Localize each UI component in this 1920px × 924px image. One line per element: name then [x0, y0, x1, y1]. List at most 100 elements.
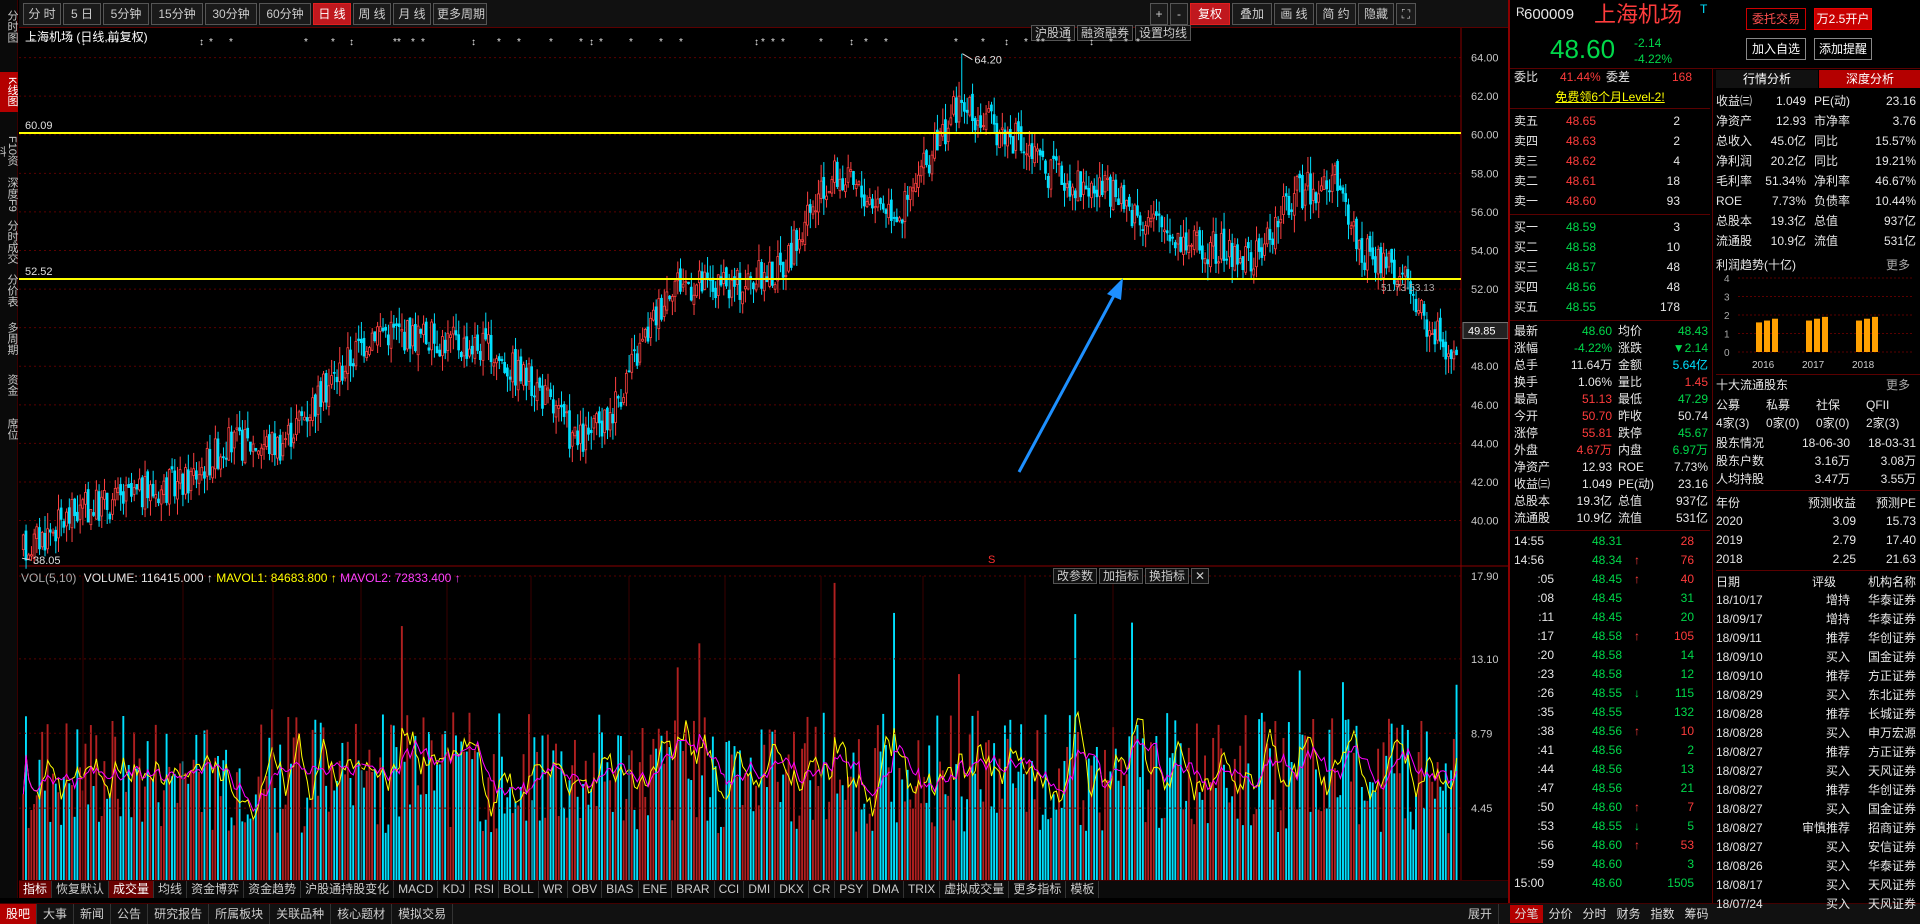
- close-vol-icon[interactable]: ✕: [1191, 568, 1210, 584]
- open-account-button[interactable]: 万2.5开户: [1814, 8, 1872, 30]
- indicator-tab-10[interactable]: BOLL: [499, 881, 539, 898]
- event-marker[interactable]: *: [1124, 37, 1128, 48]
- event-marker[interactable]: *: [1041, 37, 1045, 48]
- toolbar-right-3[interactable]: 叠加: [1232, 3, 1272, 25]
- sidebar-tab-4[interactable]: 分时成交: [0, 218, 18, 266]
- footer-tab-8[interactable]: 模拟交易: [392, 904, 454, 924]
- sidebar-tab-6[interactable]: 多周期: [0, 314, 18, 362]
- change-params-button[interactable]: 改参数: [1053, 568, 1098, 584]
- toolbar-right-2[interactable]: 复权: [1190, 3, 1230, 25]
- event-marker[interactable]: ↕: [1089, 37, 1094, 48]
- event-marker[interactable]: *: [331, 37, 335, 48]
- period-0[interactable]: 分 时: [23, 3, 61, 25]
- event-marker[interactable]: ↕: [589, 37, 594, 48]
- event-marker[interactable]: *: [517, 37, 521, 48]
- toolbar-right-6[interactable]: 隐藏: [1358, 3, 1394, 25]
- kline-svg[interactable]: 64.0062.0060.0058.0056.0054.0052.0050.00…: [19, 28, 1508, 894]
- event-marker[interactable]: *: [397, 37, 401, 48]
- event-marker[interactable]: *: [629, 37, 633, 48]
- indicator-tab-0[interactable]: 指标: [19, 881, 53, 898]
- event-marker[interactable]: ↕: [471, 37, 476, 48]
- footer-tab-4[interactable]: 研究报告: [148, 904, 210, 924]
- event-marker[interactable]: *: [497, 37, 501, 48]
- event-marker[interactable]: *: [229, 37, 233, 48]
- event-marker[interactable]: *: [209, 37, 213, 48]
- event-marker[interactable]: *: [599, 37, 603, 48]
- event-marker[interactable]: *: [761, 37, 765, 48]
- event-marker[interactable]: ↕: [81, 37, 86, 48]
- indicator-tab-18[interactable]: DKX: [775, 881, 809, 898]
- indicator-tab-20[interactable]: PSY: [835, 881, 869, 898]
- period-2[interactable]: 5分钟: [103, 3, 149, 25]
- sidebar-tab-3[interactable]: 深度F9: [0, 174, 18, 214]
- indicator-tab-4[interactable]: 资金博弈: [187, 881, 245, 898]
- event-marker[interactable]: *: [421, 37, 425, 48]
- add-indicator-button[interactable]: 加指标: [1099, 568, 1144, 584]
- indicator-tab-17[interactable]: DMI: [744, 881, 776, 898]
- indicator-tab-22[interactable]: TRIX: [904, 881, 941, 898]
- sidebar-tab-1[interactable]: K线图: [0, 72, 18, 112]
- toolbar-right-0[interactable]: +: [1150, 3, 1168, 25]
- switch-indicator-button[interactable]: 换指标: [1145, 568, 1190, 584]
- event-marker[interactable]: *: [1109, 37, 1113, 48]
- toolbar-right-5[interactable]: 简 约: [1316, 3, 1356, 25]
- toolbar-right-1[interactable]: -: [1170, 3, 1188, 25]
- event-marker[interactable]: *: [981, 37, 985, 48]
- period-4[interactable]: 30分钟: [205, 3, 257, 25]
- panel-tab-0[interactable]: 分笔: [1510, 905, 1543, 923]
- event-marker[interactable]: *: [1024, 37, 1028, 48]
- period-6[interactable]: 日 线: [313, 3, 351, 25]
- event-marker[interactable]: ↕: [199, 37, 204, 48]
- add-watchlist-button[interactable]: 加入自选: [1746, 38, 1806, 60]
- event-marker[interactable]: *: [884, 37, 888, 48]
- indicator-tab-21[interactable]: DMA: [868, 881, 904, 898]
- event-marker[interactable]: *: [1067, 37, 1071, 48]
- event-marker[interactable]: *: [659, 37, 663, 48]
- event-marker[interactable]: *: [411, 37, 415, 48]
- period-7[interactable]: 周 线: [353, 3, 391, 25]
- panel-tab-3[interactable]: 财务: [1612, 905, 1645, 923]
- event-marker[interactable]: *: [69, 37, 73, 48]
- event-marker[interactable]: *: [679, 37, 683, 48]
- event-marker[interactable]: *: [771, 37, 775, 48]
- sidebar-tab-8[interactable]: 席位: [0, 412, 18, 446]
- period-3[interactable]: 15分钟: [151, 3, 203, 25]
- footer-tab-6[interactable]: 关联品种: [270, 904, 332, 924]
- trade-button[interactable]: 委托交易: [1746, 8, 1806, 30]
- indicator-tab-16[interactable]: CCI: [715, 881, 745, 898]
- indicator-tab-15[interactable]: BRAR: [672, 881, 715, 898]
- event-marker[interactable]: ↕: [349, 37, 354, 48]
- event-marker[interactable]: *: [864, 37, 868, 48]
- event-marker[interactable]: *: [781, 37, 785, 48]
- event-marker[interactable]: *: [1036, 37, 1040, 48]
- footer-tab-1[interactable]: 大事: [37, 904, 75, 924]
- footer-tab-7[interactable]: 核心题材: [331, 904, 393, 924]
- period-9[interactable]: 更多周期: [433, 3, 487, 25]
- indicator-tab-12[interactable]: OBV: [568, 881, 603, 898]
- indicator-tab-24[interactable]: 更多指标: [1009, 881, 1067, 898]
- indicator-tab-8[interactable]: KDJ: [438, 881, 471, 898]
- footer-tab-0[interactable]: 股吧: [0, 904, 38, 924]
- indicator-tab-3[interactable]: 均线: [154, 881, 188, 898]
- event-marker[interactable]: ↕: [754, 37, 759, 48]
- panel-tab-4[interactable]: 指数: [1646, 905, 1679, 923]
- annotation-arrow[interactable]: [1017, 289, 1119, 473]
- period-1[interactable]: 5 日: [63, 3, 101, 25]
- sidebar-tab-0[interactable]: 分时图: [0, 2, 18, 50]
- holders-more-link[interactable]: 更多: [1886, 376, 1910, 394]
- event-marker[interactable]: *: [1136, 37, 1140, 48]
- indicator-tab-1[interactable]: 恢复默认: [52, 881, 110, 898]
- footer-tab-2[interactable]: 新闻: [74, 904, 112, 924]
- kline-chart-area[interactable]: 上海机场 (日线,前复权) 沪股通 融资融券 设置均线 64.00 62.00 60…: [19, 25, 1508, 894]
- indicator-tab-23[interactable]: 虚拟成交量: [940, 881, 1010, 898]
- indicator-tab-13[interactable]: BIAS: [602, 881, 639, 898]
- panel-tab-1[interactable]: 分价: [1544, 905, 1577, 923]
- event-marker[interactable]: ↕: [849, 37, 854, 48]
- indicator-tab-6[interactable]: 沪股通持股变化: [301, 881, 395, 898]
- footer-tab-5[interactable]: 所属板块: [209, 904, 271, 924]
- toolbar-right-4[interactable]: 画 线: [1274, 3, 1314, 25]
- event-marker[interactable]: ↕: [1004, 37, 1009, 48]
- event-marker[interactable]: *: [31, 37, 35, 48]
- indicator-tab-2[interactable]: 成交量: [109, 881, 155, 898]
- sidebar-tab-5[interactable]: 分价表: [0, 270, 18, 310]
